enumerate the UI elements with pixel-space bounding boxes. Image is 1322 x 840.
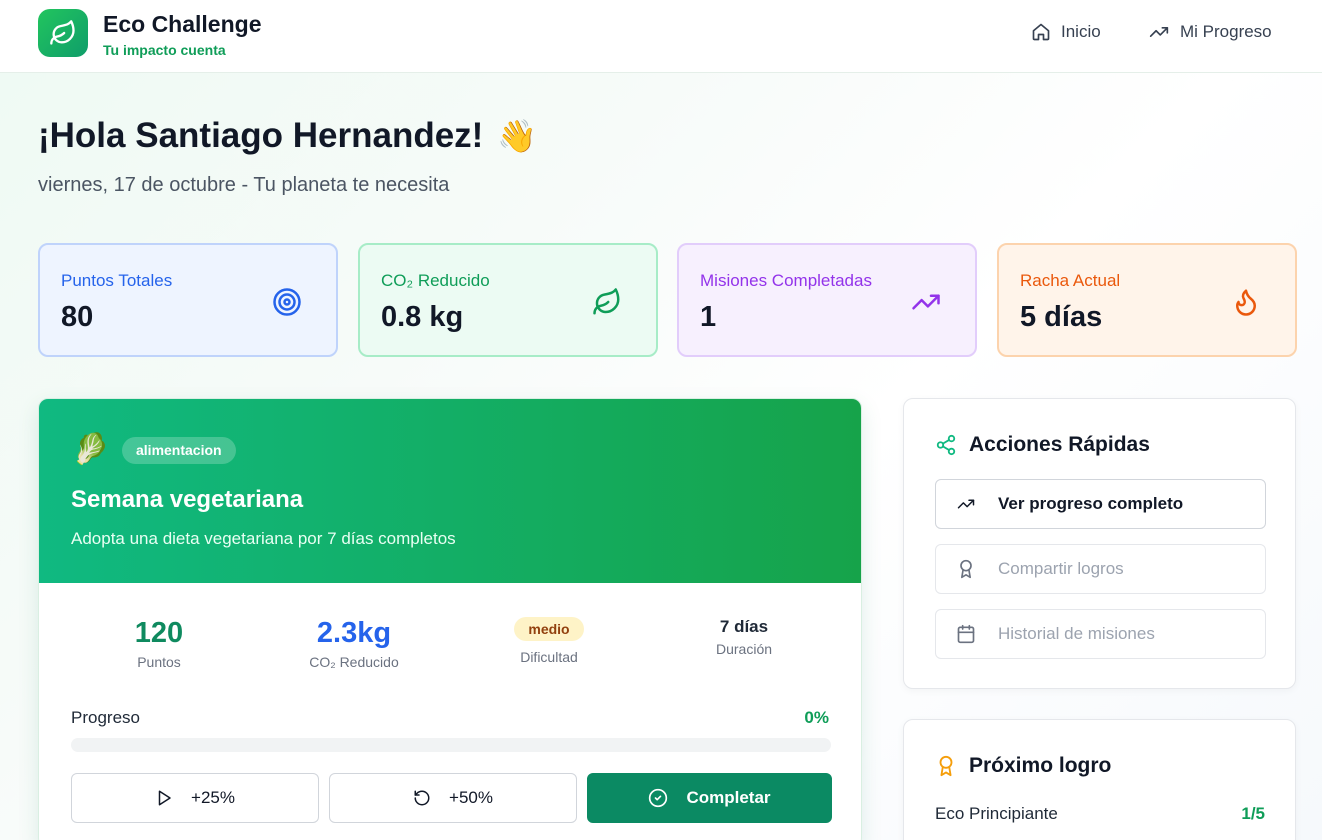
quick-actions-title: Acciones Rápidas (935, 433, 1150, 457)
quick-actions-title-text: Acciones Rápidas (969, 433, 1150, 456)
achievement-count: 1/5 (1241, 804, 1265, 823)
next-achievement-title: Próximo logro (935, 754, 1111, 778)
mission-co2: 2.3kg CO₂ Reducido (254, 617, 454, 670)
add-25-percent-button[interactable]: +25% (71, 773, 319, 823)
next-achievement-title-text: Próximo logro (969, 754, 1112, 777)
top-navbar: Eco Challenge Tu impacto cuenta Inicio M… (0, 0, 1322, 73)
stat-card-puntos-totales: Puntos Totales 80 (38, 243, 338, 357)
stat-card-misiones-completadas: Misiones Completadas 1 (677, 243, 977, 357)
mission-history-button[interactable]: Historial de misiones (935, 609, 1266, 659)
check-circle-icon (649, 788, 668, 808)
nav-inicio-label: Inicio (1061, 22, 1101, 41)
stat-label: CO₂ Reducido (381, 271, 490, 290)
trending-up-icon (912, 294, 940, 310)
add-50-percent-button[interactable]: +50% (329, 773, 577, 823)
waving-hand-emoji: 👋 (497, 118, 538, 154)
share-achievements-label: Compartir logros (998, 559, 1124, 578)
mission-co2-value: 2.3kg (316, 617, 392, 649)
app-title: Eco Challenge (103, 11, 262, 37)
rotate-ccw-icon (414, 790, 430, 806)
home-icon (1032, 23, 1050, 41)
mission-points-value: 120 (134, 617, 184, 649)
view-progress-button[interactable]: Ver progreso completo (935, 479, 1266, 529)
mission-co2-label: CO₂ Reducido (309, 654, 399, 670)
stat-card-racha-actual: Racha Actual 5 días (997, 243, 1297, 357)
lettuce-emoji: 🥬 (72, 433, 110, 466)
trending-up-icon (957, 499, 975, 509)
mission-duration: 7 días Duración (644, 617, 844, 657)
difficulty-badge: medio (514, 617, 584, 641)
mission-difficulty-label: Dificultad (520, 649, 578, 665)
trending-up-icon (1149, 27, 1169, 38)
achievement-name: Eco Principiante (935, 804, 1058, 823)
complete-label: Completar (686, 788, 771, 807)
mission-points: 120 Puntos (59, 617, 259, 670)
quick-actions-panel: Acciones Rápidas Ver progreso completo C… (903, 398, 1296, 689)
next-achievement-panel: Próximo logro Eco Principiante 1/5 (903, 719, 1296, 840)
mission-history-label: Historial de misiones (998, 624, 1155, 643)
nav-mi-progreso[interactable]: Mi Progreso (1148, 22, 1272, 42)
flame-icon (1236, 289, 1256, 316)
stat-label: Racha Actual (1020, 271, 1121, 290)
complete-mission-button[interactable]: Completar (587, 773, 832, 823)
stat-value: 5 días (1020, 301, 1103, 333)
stat-card-co2-reducido: CO₂ Reducido 0.8 kg (358, 243, 658, 357)
stat-label: Misiones Completadas (700, 271, 872, 290)
mission-title: Semana vegetariana (71, 486, 304, 513)
greeting-subtitle: viernes, 17 de octubre - Tu planeta te n… (38, 174, 450, 196)
share-achievements-button[interactable]: Compartir logros (935, 544, 1266, 594)
add-25-label: +25% (191, 788, 235, 807)
leaf-icon (593, 288, 620, 315)
mission-category-badge: alimentacion (122, 437, 236, 464)
mission-difficulty: medio Dificultad (449, 617, 649, 665)
progress-percent: 0% (804, 708, 829, 727)
play-icon (158, 790, 171, 806)
award-icon (939, 755, 953, 777)
progress-bar (71, 738, 831, 752)
calendar-icon (957, 624, 975, 644)
app-logo[interactable] (38, 9, 88, 57)
leaf-icon (50, 20, 75, 45)
nav-inicio[interactable]: Inicio (1031, 22, 1101, 42)
greeting-text: ¡Hola Santiago Hernandez! (38, 116, 484, 155)
stat-label: Puntos Totales (61, 271, 173, 290)
add-50-label: +50% (449, 788, 493, 807)
mission-card: 🥬 alimentacion Semana vegetariana Adopta… (38, 398, 862, 840)
greeting-heading: ¡Hola Santiago Hernandez! 👋 (38, 116, 537, 156)
stat-value: 80 (61, 301, 94, 333)
target-icon (273, 288, 301, 316)
mission-points-label: Puntos (137, 654, 181, 670)
mission-duration-value: 7 días (719, 617, 769, 636)
nav-mi-progreso-label: Mi Progreso (1180, 22, 1272, 41)
award-icon (960, 559, 972, 579)
view-progress-label: Ver progreso completo (998, 494, 1184, 513)
share-icon (936, 434, 956, 456)
mission-description: Adopta una dieta vegetariana por 7 días … (71, 529, 456, 548)
stat-value: 1 (700, 301, 717, 333)
mission-header: 🥬 alimentacion Semana vegetariana Adopta… (39, 399, 861, 583)
mission-duration-label: Duración (715, 641, 773, 657)
app-tagline: Tu impacto cuenta (103, 42, 226, 58)
stat-value: 0.8 kg (381, 301, 464, 333)
progress-label: Progreso (71, 708, 140, 727)
